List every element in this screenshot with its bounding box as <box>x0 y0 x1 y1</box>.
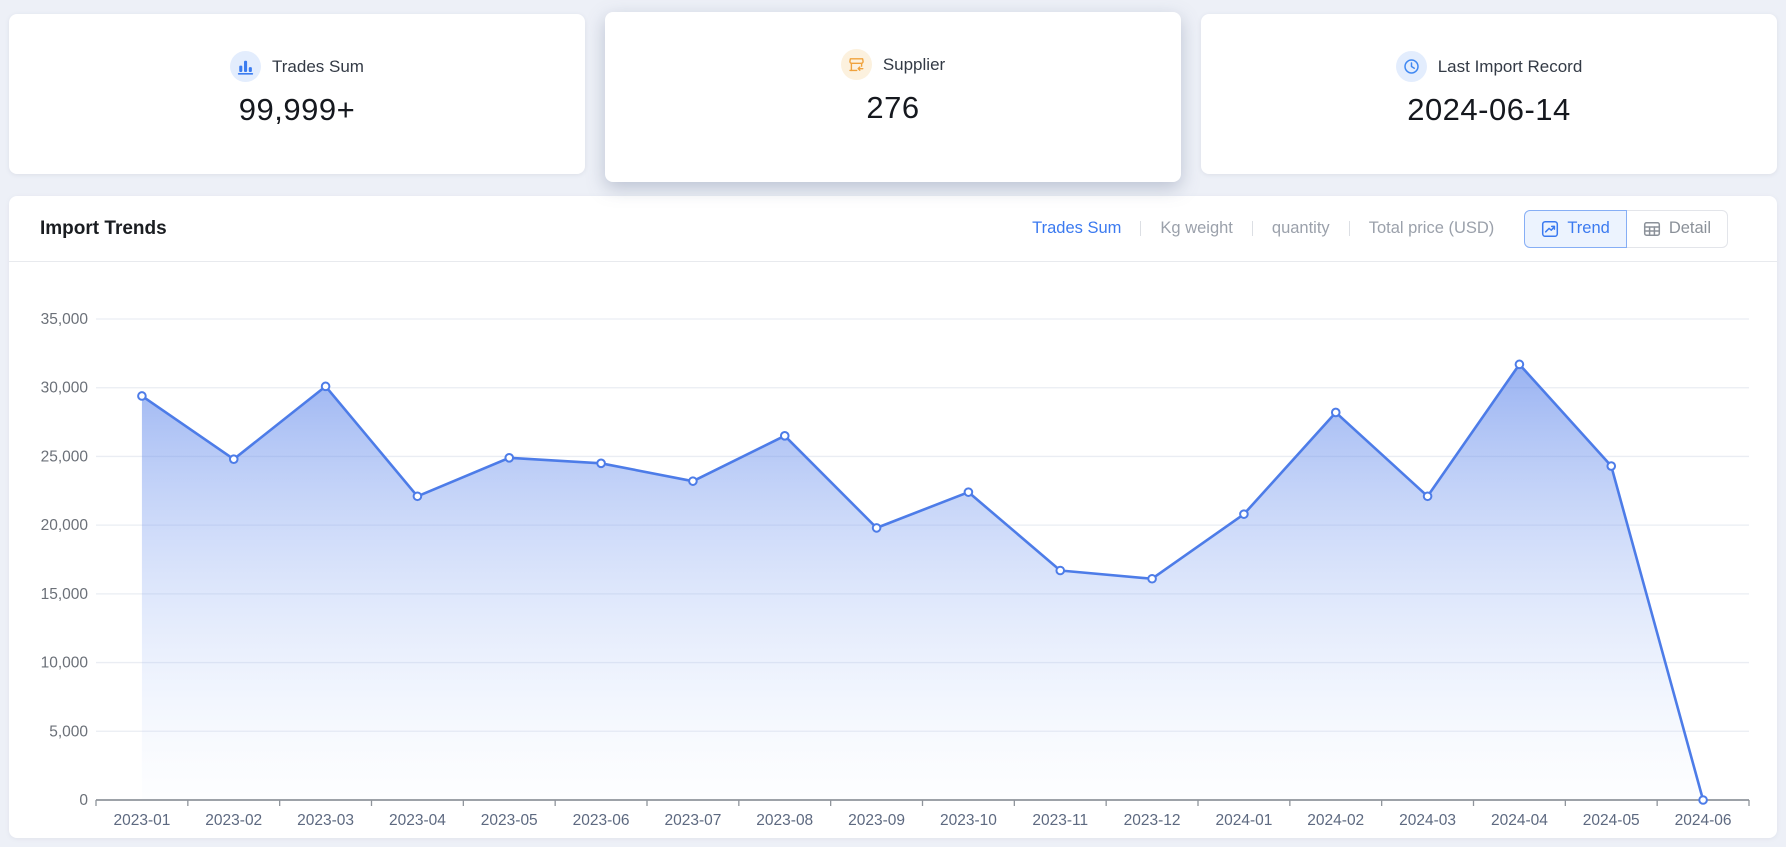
svg-text:2023-09: 2023-09 <box>848 812 905 829</box>
svg-text:2023-01: 2023-01 <box>113 812 170 829</box>
svg-text:2023-07: 2023-07 <box>664 812 721 829</box>
stat-card-label: Trades Sum <box>272 57 364 77</box>
stat-card-header: Supplier <box>841 49 945 80</box>
svg-text:2023-05: 2023-05 <box>481 812 538 829</box>
stat-card-value: 99,999+ <box>239 92 355 128</box>
svg-text:2023-06: 2023-06 <box>573 812 630 829</box>
trend-chart-area: 0 5,000 10,000 15,000 20,000 25,000 30,000 35,0… <box>9 262 1777 838</box>
detail-button[interactable]: Detail <box>1627 210 1728 248</box>
clock-icon <box>1396 51 1427 82</box>
view-toggle: Trend Detail <box>1524 210 1728 248</box>
stat-card-header: Trades Sum <box>230 51 364 82</box>
svg-text:2024-02: 2024-02 <box>1307 812 1364 829</box>
trend-area-chart: 0 5,000 10,000 15,000 20,000 25,000 30,000 35,0… <box>9 262 1777 838</box>
svg-text:2024-03: 2024-03 <box>1399 812 1456 829</box>
store-icon <box>841 49 872 80</box>
stat-card-supplier[interactable]: Supplier 276 <box>605 12 1181 182</box>
svg-text:2024-06: 2024-06 <box>1675 812 1732 829</box>
dashboard-page: Trades Sum 99,999+ Supplier 27 <box>0 0 1786 847</box>
svg-text:2023-03: 2023-03 <box>297 812 354 829</box>
tab-separator <box>1252 221 1253 236</box>
svg-text:30,000: 30,000 <box>41 380 89 397</box>
stat-card-header: Last Import Record <box>1396 51 1583 82</box>
tab-quantity[interactable]: quantity <box>1272 219 1330 238</box>
svg-text:15,000: 15,000 <box>41 586 89 603</box>
panel-title: Import Trends <box>40 218 167 240</box>
trend-chart-icon <box>1541 220 1559 238</box>
svg-text:2023-12: 2023-12 <box>1124 812 1181 829</box>
stat-card-trades-sum[interactable]: Trades Sum 99,999+ <box>9 14 585 174</box>
tab-separator <box>1140 221 1141 236</box>
stat-card-label: Last Import Record <box>1438 57 1583 77</box>
trend-button-label: Trend <box>1567 219 1610 238</box>
svg-text:35,000: 35,000 <box>41 311 89 328</box>
svg-text:2023-04: 2023-04 <box>389 812 446 829</box>
bar-chart-icon <box>230 51 261 82</box>
svg-text:25,000: 25,000 <box>41 448 89 465</box>
trend-button[interactable]: Trend <box>1524 210 1627 248</box>
svg-text:10,000: 10,000 <box>41 655 89 672</box>
svg-text:5,000: 5,000 <box>49 723 88 740</box>
tab-trades-sum[interactable]: Trades Sum <box>1032 219 1121 238</box>
svg-text:2023-10: 2023-10 <box>940 812 997 829</box>
stat-card-last-import-record[interactable]: Last Import Record 2024-06-14 <box>1201 14 1777 174</box>
stat-card-value: 276 <box>866 90 919 126</box>
tab-kg-weight[interactable]: Kg weight <box>1160 219 1232 238</box>
svg-text:20,000: 20,000 <box>41 517 89 534</box>
svg-text:2024-04: 2024-04 <box>1491 812 1548 829</box>
svg-text:2024-05: 2024-05 <box>1583 812 1640 829</box>
detail-button-label: Detail <box>1669 219 1711 238</box>
metric-tabs: Trades Sum Kg weight quantity Total pric… <box>1032 219 1494 238</box>
svg-text:2023-08: 2023-08 <box>756 812 813 829</box>
svg-text:0: 0 <box>79 792 88 809</box>
panel-header: Import Trends Trades Sum Kg weight quant… <box>9 196 1777 262</box>
table-icon <box>1643 220 1661 238</box>
svg-text:2024-01: 2024-01 <box>1215 812 1272 829</box>
stat-card-value: 2024-06-14 <box>1407 92 1571 128</box>
svg-text:2023-02: 2023-02 <box>205 812 262 829</box>
tab-total-price-usd[interactable]: Total price (USD) <box>1369 219 1495 238</box>
svg-text:2023-11: 2023-11 <box>1032 812 1088 829</box>
import-trends-panel: Import Trends Trades Sum Kg weight quant… <box>9 196 1777 838</box>
tab-separator <box>1349 221 1350 236</box>
stats-row: Trades Sum 99,999+ Supplier 27 <box>0 0 1786 182</box>
stat-card-label: Supplier <box>883 55 945 75</box>
